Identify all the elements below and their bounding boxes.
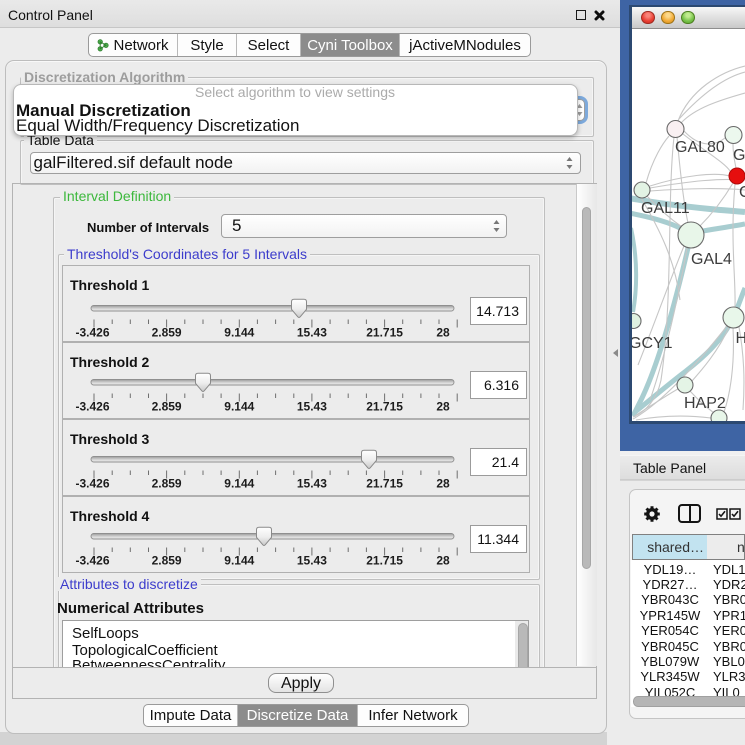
svg-text:21.715: 21.715 [366, 326, 403, 340]
svg-text:21.715: 21.715 [366, 477, 403, 491]
svg-text:-3.426: -3.426 [75, 477, 109, 491]
svg-text:15.43: 15.43 [297, 326, 327, 340]
svg-text:CY: CY [739, 184, 745, 201]
svg-text:21.715: 21.715 [366, 400, 403, 414]
svg-text:-3.426: -3.426 [75, 400, 109, 414]
svg-text:28: 28 [436, 477, 450, 491]
svg-text:9.144: 9.144 [224, 477, 254, 491]
svg-text:9.144: 9.144 [224, 400, 254, 414]
svg-text:-3.426: -3.426 [75, 554, 109, 568]
svg-text:HAP2: HAP2 [684, 395, 726, 412]
svg-text:21.715: 21.715 [366, 554, 403, 568]
svg-text:GAL80: GAL80 [675, 139, 725, 156]
svg-text:H: H [736, 330, 745, 347]
svg-text:2.859: 2.859 [152, 400, 182, 414]
svg-text:15.43: 15.43 [297, 400, 327, 414]
svg-text:-3.426: -3.426 [75, 326, 109, 340]
svg-text:9.144: 9.144 [224, 326, 254, 340]
svg-text:15.43: 15.43 [297, 477, 327, 491]
svg-text:15.43: 15.43 [297, 554, 327, 568]
svg-text:28: 28 [436, 326, 450, 340]
svg-text:9.144: 9.144 [224, 554, 254, 568]
svg-text:GAL4: GAL4 [691, 251, 732, 268]
svg-text:28: 28 [436, 400, 450, 414]
svg-text:2.859: 2.859 [152, 477, 182, 491]
svg-text:GCY1: GCY1 [632, 335, 673, 352]
svg-text:GAL11: GAL11 [641, 200, 690, 217]
svg-text:GA: GA [733, 147, 745, 164]
svg-text:28: 28 [436, 554, 450, 568]
svg-text:2.859: 2.859 [152, 554, 182, 568]
svg-text:2.859: 2.859 [152, 326, 182, 340]
